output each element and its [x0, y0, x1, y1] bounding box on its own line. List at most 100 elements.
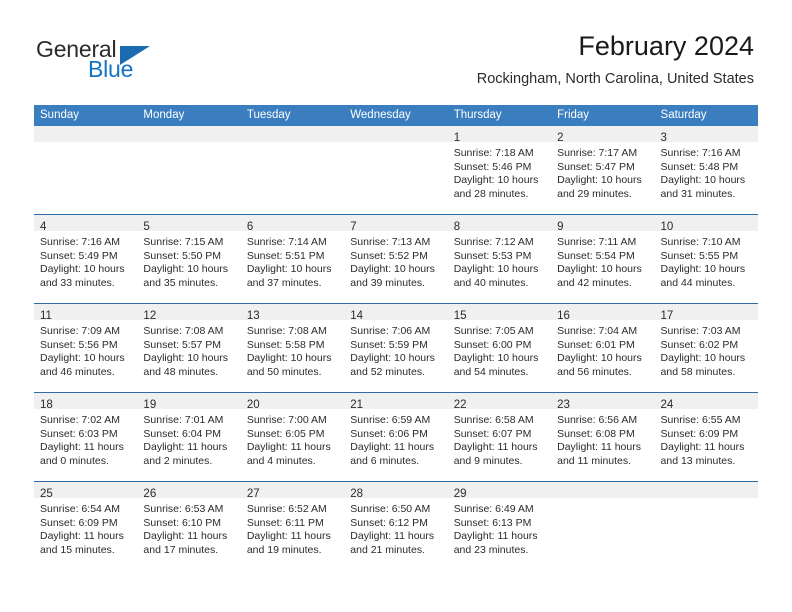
day-number-strip: 15 — [447, 304, 552, 322]
day-number-strip: 6 — [240, 215, 345, 233]
day-detail-line: Daylight: 11 hours — [350, 530, 435, 543]
calendar-day-cell[interactable]: 22 Sunrise: 6:58 AM Sunset: 6:07 PM Dayligh… — [447, 393, 552, 481]
day-details: Sunrise: 7:01 AM Sunset: 6:04 PM Daylight:… — [137, 409, 240, 468]
day-detail-line: and 21 minutes. — [350, 543, 425, 556]
day-detail-line: Sunset: 6:06 PM — [350, 427, 428, 440]
day-detail-line: Sunrise: 6:55 AM — [660, 414, 741, 426]
day-number-strip: 7 — [344, 215, 448, 233]
day-number-strip: 3 — [654, 126, 758, 144]
weekday-header-friday: Friday — [557, 109, 590, 121]
day-detail-line: Sunset: 6:00 PM — [453, 338, 532, 351]
day-details: Sunrise: 7:12 AM Sunset: 5:53 PM Daylight:… — [448, 231, 551, 290]
day-number-strip: 21 — [344, 393, 448, 411]
calendar-page: General Blue February 2024 Rockingham, N… — [0, 0, 792, 612]
calendar-day-cell[interactable]: 3 Sunrise: 7:16 AM Sunset: 5:48 PM Daylight… — [654, 126, 758, 214]
day-details: Sunrise: 7:06 AM Sunset: 5:59 PM Daylight:… — [344, 320, 447, 379]
calendar-week-row: 1 Sunrise: 7:18 AM Sunset: 5:46 PM Daylight… — [34, 126, 758, 215]
day-detail-line: and 4 minutes. — [246, 454, 316, 467]
day-number: 19 — [143, 399, 157, 411]
calendar-day-cell[interactable]: 14 Sunrise: 7:06 AM Sunset: 5:59 PM Dayligh… — [344, 304, 448, 392]
day-detail-line: Sunrise: 7:08 AM — [246, 325, 327, 337]
calendar-day-cell[interactable]: 9 Sunrise: 7:11 AM Sunset: 5:54 PM Daylight… — [551, 215, 655, 303]
day-detail-line: and 54 minutes. — [453, 365, 529, 378]
day-details: Sunrise: 7:14 AM Sunset: 5:51 PM Daylight:… — [241, 231, 344, 290]
day-detail-line: Sunrise: 6:49 AM — [453, 503, 534, 515]
day-number-strip: 13 — [240, 304, 345, 322]
day-number: 1 — [453, 132, 461, 144]
calendar-day-cell[interactable]: 13 Sunrise: 7:08 AM Sunset: 5:58 PM Dayligh… — [240, 304, 345, 392]
day-detail-line: and 48 minutes. — [143, 365, 219, 378]
day-detail-line: Sunrise: 7:01 AM — [143, 414, 224, 426]
day-detail-line: Sunset: 5:57 PM — [143, 338, 222, 351]
calendar-week-row: 18 Sunrise: 7:02 AM Sunset: 6:03 PM Dayligh… — [34, 393, 758, 482]
day-number-strip — [551, 482, 655, 498]
day-number-strip: 1 — [447, 126, 552, 144]
calendar-day-cell[interactable]: 26 Sunrise: 6:53 AM Sunset: 6:10 PM Dayligh… — [137, 482, 241, 571]
calendar-day-cell[interactable]: 2 Sunrise: 7:17 AM Sunset: 5:47 PM Daylight… — [551, 126, 655, 214]
calendar-day-cell[interactable]: 8 Sunrise: 7:12 AM Sunset: 5:53 PM Daylight… — [447, 215, 552, 303]
day-detail-line: Sunset: 5:55 PM — [660, 249, 739, 262]
calendar-day-cell[interactable]: 5 Sunrise: 7:15 AM Sunset: 5:50 PM Daylight… — [137, 215, 241, 303]
day-detail-line: Sunrise: 7:14 AM — [246, 236, 327, 248]
day-detail-line: Sunrise: 6:58 AM — [453, 414, 534, 426]
day-detail-line: Sunset: 5:56 PM — [40, 338, 118, 351]
brand-logo[interactable]: General Blue — [36, 36, 236, 92]
calendar-day-cell[interactable]: 1 Sunrise: 7:18 AM Sunset: 5:46 PM Daylight… — [447, 126, 552, 214]
day-detail-line: and 19 minutes. — [246, 543, 322, 556]
calendar-day-cell[interactable]: 29 Sunrise: 6:49 AM Sunset: 6:13 PM Dayligh… — [447, 482, 552, 571]
calendar-day-cell[interactable]: 12 Sunrise: 7:08 AM Sunset: 5:57 PM Dayligh… — [137, 304, 241, 392]
day-number-strip: 19 — [137, 393, 241, 411]
day-number-strip: 22 — [447, 393, 552, 411]
day-detail-line: Daylight: 11 hours — [143, 441, 228, 454]
calendar-day-cell[interactable]: 28 Sunrise: 6:50 AM Sunset: 6:12 PM Dayligh… — [344, 482, 448, 571]
calendar-day-cell[interactable]: 21 Sunrise: 6:59 AM Sunset: 6:06 PM Dayligh… — [344, 393, 448, 481]
day-details: Sunrise: 7:16 AM Sunset: 5:48 PM Daylight:… — [655, 142, 758, 201]
day-detail-line: Sunset: 5:50 PM — [143, 249, 222, 262]
calendar-day-cell[interactable]: 11 Sunrise: 7:09 AM Sunset: 5:56 PM Dayligh… — [34, 304, 138, 392]
day-detail-line: Daylight: 10 hours — [453, 263, 539, 276]
day-number-strip: 10 — [654, 215, 758, 233]
day-detail-line: Sunrise: 7:15 AM — [143, 236, 224, 248]
day-detail-line: Daylight: 10 hours — [143, 263, 229, 276]
calendar-day-cell[interactable]: 27 Sunrise: 6:52 AM Sunset: 6:11 PM Dayligh… — [240, 482, 345, 571]
day-detail-line: Sunrise: 6:56 AM — [557, 414, 638, 426]
calendar-day-cell[interactable]: 23 Sunrise: 6:56 AM Sunset: 6:08 PM Dayligh… — [551, 393, 655, 481]
day-detail-line: and 23 minutes. — [453, 543, 529, 556]
day-detail-line: and 9 minutes. — [453, 454, 523, 467]
calendar-day-cell[interactable]: 17 Sunrise: 7:03 AM Sunset: 6:02 PM Dayligh… — [654, 304, 758, 392]
day-detail-line: Sunset: 5:52 PM — [350, 249, 428, 262]
day-detail-line: Sunrise: 6:54 AM — [40, 503, 120, 515]
day-number: 25 — [40, 488, 53, 500]
day-detail-line: Daylight: 11 hours — [246, 441, 331, 454]
calendar-day-cell[interactable]: 4 Sunrise: 7:16 AM Sunset: 5:49 PM Daylight… — [34, 215, 138, 303]
day-number: 2 — [557, 132, 564, 144]
day-number: 10 — [660, 221, 674, 233]
day-detail-line: Sunset: 5:59 PM — [350, 338, 428, 351]
calendar-day-cell[interactable]: 24 Sunrise: 6:55 AM Sunset: 6:09 PM Dayligh… — [654, 393, 758, 481]
day-number-strip: 4 — [34, 215, 138, 233]
weekday-header-thursday: Thursday — [453, 109, 502, 121]
calendar-day-cell[interactable]: 20 Sunrise: 7:00 AM Sunset: 6:05 PM Dayligh… — [240, 393, 345, 481]
calendar-day-cell[interactable]: 18 Sunrise: 7:02 AM Sunset: 6:03 PM Dayligh… — [34, 393, 138, 481]
calendar-day-cell[interactable]: 10 Sunrise: 7:10 AM Sunset: 5:55 PM Dayligh… — [654, 215, 758, 303]
day-number: 28 — [350, 488, 364, 500]
day-number-strip: 17 — [654, 304, 758, 322]
day-number-strip — [34, 126, 138, 142]
day-detail-line: and 17 minutes. — [143, 543, 219, 556]
day-detail-line: Sunrise: 7:11 AM — [557, 236, 637, 248]
calendar-day-cell[interactable]: 7 Sunrise: 7:13 AM Sunset: 5:52 PM Daylight… — [344, 215, 448, 303]
calendar-day-cell[interactable]: 25 Sunrise: 6:54 AM Sunset: 6:09 PM Dayligh… — [34, 482, 138, 571]
day-detail-line: Daylight: 11 hours — [660, 441, 745, 454]
calendar-day-empty — [240, 126, 345, 214]
day-detail-line: and 33 minutes. — [40, 276, 115, 289]
day-number-strip: 8 — [447, 215, 552, 233]
day-detail-line: Daylight: 10 hours — [143, 352, 229, 365]
calendar-day-cell[interactable]: 6 Sunrise: 7:14 AM Sunset: 5:51 PM Daylight… — [240, 215, 345, 303]
calendar-day-empty — [551, 482, 655, 571]
calendar-day-cell[interactable]: 15 Sunrise: 7:05 AM Sunset: 6:00 PM Dayligh… — [447, 304, 552, 392]
day-number: 20 — [246, 399, 260, 411]
calendar-day-cell[interactable]: 16 Sunrise: 7:04 AM Sunset: 6:01 PM Dayligh… — [551, 304, 655, 392]
day-number: 15 — [453, 310, 467, 322]
day-details: Sunrise: 6:53 AM Sunset: 6:10 PM Daylight:… — [137, 498, 240, 557]
calendar-day-cell[interactable]: 19 Sunrise: 7:01 AM Sunset: 6:04 PM Dayligh… — [137, 393, 241, 481]
